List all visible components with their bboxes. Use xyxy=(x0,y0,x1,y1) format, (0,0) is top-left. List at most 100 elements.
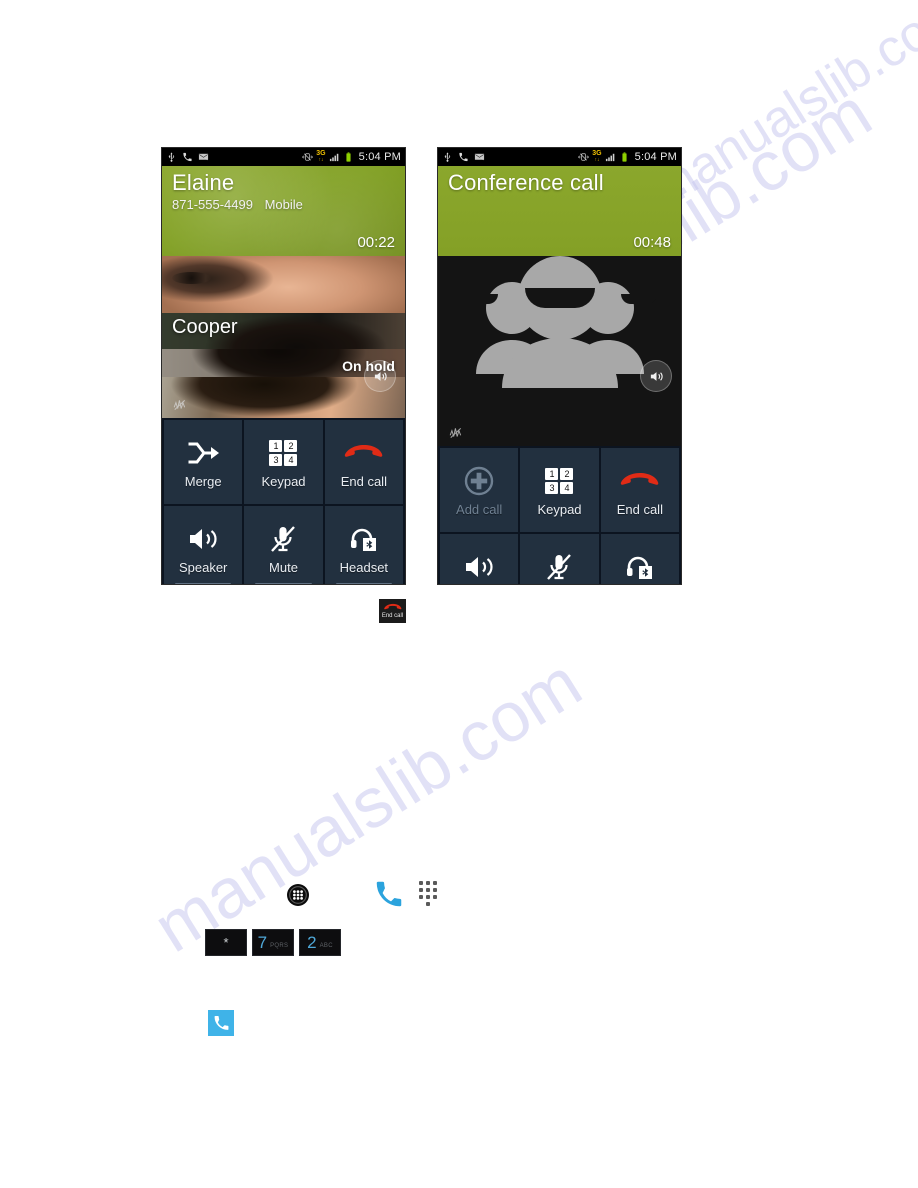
vibrate-icon xyxy=(578,153,589,161)
call-button-icon[interactable] xyxy=(208,1010,234,1036)
avatar-shading xyxy=(524,288,595,308)
status-bar-right-icons: 3G ↑↓ 5:04 PM xyxy=(578,150,677,163)
second-caller-name: Cooper xyxy=(172,316,238,338)
phone-screenshot-active-call: 3G ↑↓ 5:04 PM Elaine 871-555-4499 Mobile … xyxy=(161,147,406,585)
keypad-digit: 2 xyxy=(560,468,574,480)
keypad-key-chips: * 7 PQRS 2 ABC xyxy=(205,929,341,956)
headset-button[interactable]: Headset xyxy=(324,506,403,584)
noise-reduction-off-icon xyxy=(449,427,462,439)
key-7[interactable]: 7 PQRS xyxy=(252,929,294,956)
speaker-label: Speaker xyxy=(178,560,228,575)
status-bar-left-icons xyxy=(166,151,209,163)
mute-label: Mute xyxy=(269,560,298,575)
key-letters: PQRS xyxy=(270,943,289,949)
keypad-digit: 1 xyxy=(269,440,283,452)
merge-button[interactable]: Merge xyxy=(164,420,243,504)
status-bar: 3G ↑↓ 5:04 PM xyxy=(438,148,681,166)
caller-photo-elaine xyxy=(162,256,405,313)
mute-button[interactable]: Mute xyxy=(244,506,323,584)
end-call-icon xyxy=(619,462,661,500)
signal-icon xyxy=(329,153,338,162)
signal-icon xyxy=(605,153,614,162)
caller-number-label: Mobile xyxy=(264,197,303,212)
conference-avatar-area xyxy=(438,256,681,418)
conference-footer xyxy=(438,418,681,446)
phone-screenshot-conference-call: 3G ↑↓ 5:04 PM Conference call 00:48 Add … xyxy=(437,147,682,585)
call-timer: 00:22 xyxy=(357,234,395,251)
headset-button[interactable]: Headset xyxy=(600,534,679,584)
group-contacts-icon xyxy=(475,256,644,388)
speaker-icon xyxy=(650,371,663,381)
end-call-chip-label: End call xyxy=(381,613,404,619)
keypad-digit: 3 xyxy=(269,454,283,466)
end-call-button[interactable]: End call xyxy=(600,448,679,532)
battery-icon xyxy=(622,152,627,162)
key-2[interactable]: 2 ABC xyxy=(299,929,341,956)
call-icon xyxy=(183,152,192,162)
keypad-button[interactable]: 1 2 3 4 Keypad xyxy=(520,448,599,532)
speaker-icon xyxy=(374,371,387,381)
status-bar-clock: 5:04 PM xyxy=(358,151,401,163)
keypad-digit: 3 xyxy=(545,482,559,494)
avatar-shading xyxy=(462,294,498,304)
add-call-icon xyxy=(464,462,494,500)
key-star[interactable]: * xyxy=(205,929,247,956)
noise-reduction-off-icon xyxy=(173,399,186,411)
keypad-icon: 1 2 3 4 xyxy=(545,462,574,500)
message-icon xyxy=(474,153,485,161)
usb-icon xyxy=(168,152,175,162)
speaker-toggle-badge[interactable] xyxy=(364,360,396,392)
keypad-button[interactable]: 1 2 3 4 Keypad xyxy=(244,420,323,504)
second-call-name-band: Cooper xyxy=(162,313,405,349)
status-bar-left-icons xyxy=(442,151,485,163)
in-call-button-grid: Add call 1 2 3 4 Keypad End call xyxy=(438,446,681,584)
message-icon xyxy=(198,153,209,161)
speaker-icon xyxy=(463,548,495,584)
caller-name: Elaine xyxy=(172,170,235,195)
call-header: Elaine 871-555-4499 Mobile 00:22 xyxy=(162,166,405,256)
mute-icon xyxy=(269,520,297,558)
keypad-digit: 4 xyxy=(284,454,298,466)
dialpad-icon[interactable] xyxy=(419,881,437,906)
key-digit: 2 xyxy=(307,933,317,952)
headset-bluetooth-icon xyxy=(625,548,655,584)
3g-icon: 3G ↑↓ xyxy=(316,150,326,163)
end-call-label: End call xyxy=(616,502,663,517)
apps-grid-icon[interactable] xyxy=(286,883,310,912)
speaker-button[interactable]: Speaker xyxy=(440,534,519,584)
add-call-label: Add call xyxy=(456,502,503,517)
caller-number-row: 871-555-4499 Mobile xyxy=(172,197,395,213)
end-call-label: End call xyxy=(340,474,387,489)
keypad-label: Keypad xyxy=(537,502,582,517)
keypad-digit: 1 xyxy=(545,468,559,480)
phone-handset-icon[interactable] xyxy=(374,880,404,915)
status-bar-right-icons: 3G ↑↓ 5:04 PM xyxy=(302,150,401,163)
in-call-button-grid: Merge 1 2 3 4 Keypad End call Speaker Mu… xyxy=(162,418,405,584)
headset-label: Headset xyxy=(339,560,389,575)
keypad-icon: 1 2 3 4 xyxy=(269,434,298,472)
end-call-button[interactable]: End call xyxy=(324,420,403,504)
end-call-icon xyxy=(383,603,401,610)
call-header: Conference call 00:48 xyxy=(438,166,681,256)
add-call-button[interactable]: Add call xyxy=(440,448,519,532)
merge-label: Merge xyxy=(184,474,222,489)
key-star-glyph: * xyxy=(223,935,229,950)
key-letters: ABC xyxy=(319,943,333,949)
caller-number: 871-555-4499 xyxy=(172,197,253,212)
vibrate-icon xyxy=(302,153,313,161)
end-call-chip[interactable]: End call xyxy=(379,599,406,623)
speaker-toggle-badge[interactable] xyxy=(640,360,672,392)
merge-icon xyxy=(186,434,220,472)
call-icon xyxy=(459,152,468,162)
keypad-digit: 4 xyxy=(560,482,574,494)
key-digit: 7 xyxy=(257,933,268,952)
conference-call-title: Conference call xyxy=(448,170,604,195)
status-bar-clock: 5:04 PM xyxy=(634,151,677,163)
3g-icon: 3G ↑↓ xyxy=(592,150,602,163)
watermark-text: manualslib.com xyxy=(140,643,595,967)
headset-bluetooth-icon xyxy=(349,520,379,558)
speaker-button[interactable]: Speaker xyxy=(164,506,243,584)
keypad-label: Keypad xyxy=(261,474,306,489)
mute-button[interactable]: Mute xyxy=(520,534,599,584)
keypad-digit: 2 xyxy=(284,440,298,452)
